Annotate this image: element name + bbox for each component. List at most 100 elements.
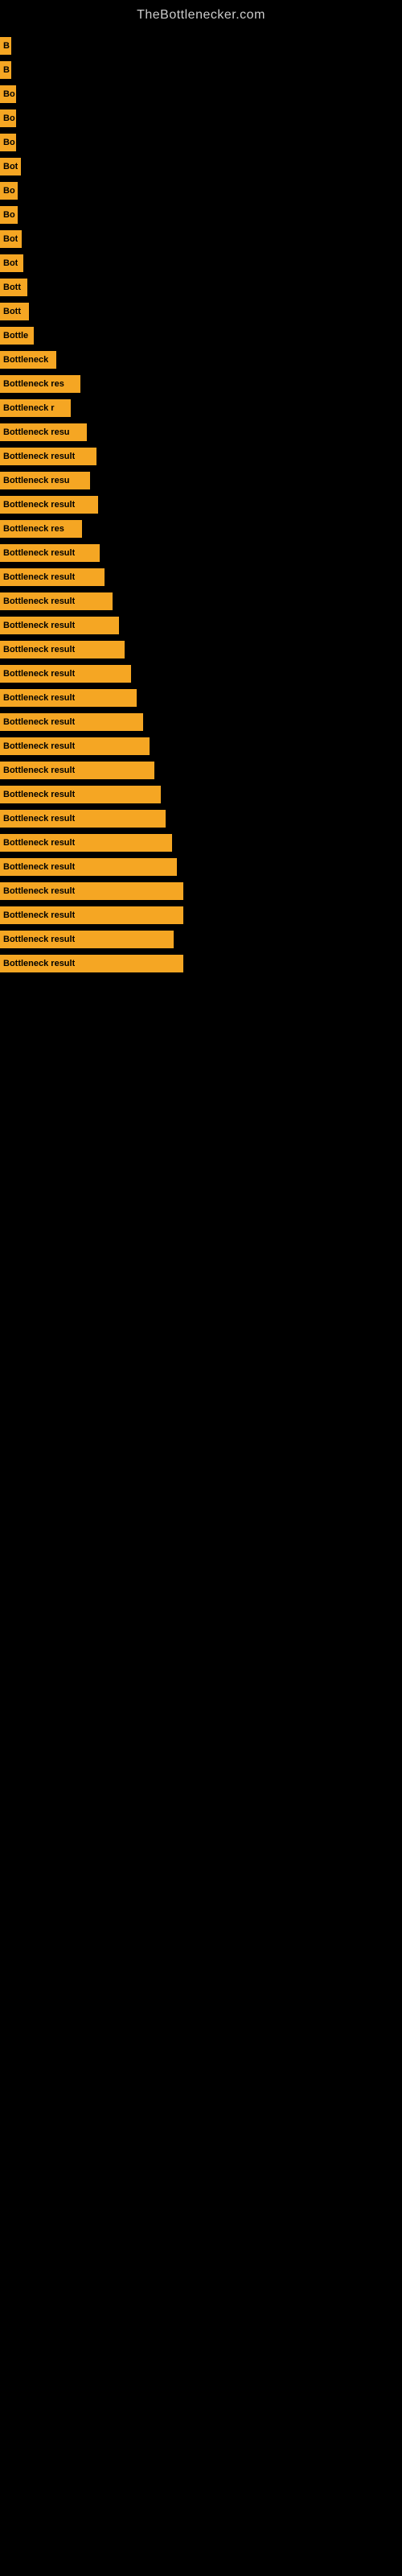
bar-row: Bottleneck result <box>0 904 402 927</box>
bar-row: Bottleneck res <box>0 373 402 395</box>
bar-9: Bot <box>0 254 23 272</box>
bar-16: Bottleneck resu <box>0 423 87 441</box>
bar-label-7: Bo <box>3 210 15 220</box>
bar-row: Bottleneck result <box>0 542 402 564</box>
bar-label-1: B <box>3 65 10 75</box>
bar-label-19: Bottleneck result <box>3 500 75 510</box>
bar-row: B <box>0 35 402 57</box>
bar-row: Bottleneck result <box>0 493 402 516</box>
bar-label-35: Bottleneck result <box>3 886 75 896</box>
bar-label-2: Bo <box>3 89 15 99</box>
bar-32: Bottleneck result <box>0 810 166 828</box>
bar-row: Bott <box>0 276 402 299</box>
bar-label-0: B <box>3 41 10 51</box>
bar-3: Bo <box>0 109 16 127</box>
bar-label-5: Bot <box>3 162 18 171</box>
bar-label-12: Bottle <box>3 331 28 341</box>
bar-label-21: Bottleneck result <box>3 548 75 558</box>
bar-row: Bottleneck result <box>0 445 402 468</box>
bar-13: Bottleneck <box>0 351 56 369</box>
bar-row: Bo <box>0 83 402 105</box>
bar-label-27: Bottleneck result <box>3 693 75 703</box>
bar-label-17: Bottleneck result <box>3 452 75 461</box>
site-title: TheBottlenecker.com <box>0 0 402 27</box>
bar-27: Bottleneck result <box>0 689 137 707</box>
bar-17: Bottleneck result <box>0 448 96 465</box>
bar-row: Bo <box>0 204 402 226</box>
bar-35: Bottleneck result <box>0 882 183 900</box>
bar-label-11: Bott <box>3 307 21 316</box>
bar-11: Bott <box>0 303 29 320</box>
bar-label-23: Bottleneck result <box>3 597 75 606</box>
bar-row: Bottleneck <box>0 349 402 371</box>
bar-row: Bottleneck res <box>0 518 402 540</box>
bar-22: Bottleneck result <box>0 568 105 586</box>
bar-33: Bottleneck result <box>0 834 172 852</box>
bar-25: Bottleneck result <box>0 641 125 658</box>
bar-23: Bottleneck result <box>0 592 113 610</box>
bar-label-29: Bottleneck result <box>3 741 75 751</box>
bar-row: Bott <box>0 300 402 323</box>
bar-row: Bottleneck result <box>0 832 402 854</box>
bar-36: Bottleneck result <box>0 906 183 924</box>
bar-label-32: Bottleneck result <box>3 814 75 824</box>
bar-label-10: Bott <box>3 283 21 292</box>
bar-row: Bottleneck result <box>0 928 402 951</box>
bar-label-6: Bo <box>3 186 15 196</box>
bar-19: Bottleneck result <box>0 496 98 514</box>
bar-5: Bot <box>0 158 21 175</box>
bar-label-14: Bottleneck res <box>3 379 64 389</box>
bar-row: Bottleneck result <box>0 614 402 637</box>
bar-label-9: Bot <box>3 258 18 268</box>
bar-label-3: Bo <box>3 114 15 123</box>
bar-28: Bottleneck result <box>0 713 143 731</box>
bar-24: Bottleneck result <box>0 617 119 634</box>
bar-label-30: Bottleneck result <box>3 766 75 775</box>
bar-row: Bottleneck r <box>0 397 402 419</box>
bar-label-36: Bottleneck result <box>3 910 75 920</box>
bar-row: Bottleneck result <box>0 952 402 975</box>
bar-label-38: Bottleneck result <box>3 959 75 968</box>
bar-0: B <box>0 37 11 55</box>
bar-row: Bottleneck result <box>0 638 402 661</box>
bar-row: Bo <box>0 180 402 202</box>
bar-31: Bottleneck result <box>0 786 161 803</box>
bar-row: Bottleneck result <box>0 735 402 758</box>
bar-label-28: Bottleneck result <box>3 717 75 727</box>
bar-label-37: Bottleneck result <box>3 935 75 944</box>
bar-label-8: Bot <box>3 234 18 244</box>
bar-label-22: Bottleneck result <box>3 572 75 582</box>
bar-row: Bottleneck result <box>0 711 402 733</box>
bar-label-26: Bottleneck result <box>3 669 75 679</box>
bar-21: Bottleneck result <box>0 544 100 562</box>
bar-label-4: Bo <box>3 138 15 147</box>
bar-label-24: Bottleneck result <box>3 621 75 630</box>
bar-row: Bottleneck result <box>0 663 402 685</box>
bar-row: Bo <box>0 107 402 130</box>
bar-34: Bottleneck result <box>0 858 177 876</box>
bar-row: Bottleneck result <box>0 566 402 588</box>
bar-10: Bott <box>0 279 27 296</box>
bar-row: Bottleneck result <box>0 856 402 878</box>
bar-label-31: Bottleneck result <box>3 790 75 799</box>
bar-row: Bottleneck result <box>0 783 402 806</box>
bar-label-15: Bottleneck r <box>3 403 55 413</box>
bar-26: Bottleneck result <box>0 665 131 683</box>
bars-container: B B Bo Bo Bo Bot Bo Bo Bot Bot Bott Bott Bottle Bottl… <box>0 27 402 985</box>
bar-15: Bottleneck r <box>0 399 71 417</box>
bar-20: Bottleneck res <box>0 520 82 538</box>
bar-label-18: Bottleneck resu <box>3 476 70 485</box>
bar-row: Bo <box>0 131 402 154</box>
bar-label-33: Bottleneck result <box>3 838 75 848</box>
bar-row: Bottle <box>0 324 402 347</box>
bar-18: Bottleneck resu <box>0 472 90 489</box>
bar-row: Bottleneck resu <box>0 469 402 492</box>
bar-12: Bottle <box>0 327 34 345</box>
bar-label-25: Bottleneck result <box>3 645 75 654</box>
bar-37: Bottleneck result <box>0 931 174 948</box>
bar-row: Bottleneck result <box>0 807 402 830</box>
bar-row: Bot <box>0 155 402 178</box>
bar-row: Bot <box>0 228 402 250</box>
bar-row: B <box>0 59 402 81</box>
bar-row: Bottleneck result <box>0 590 402 613</box>
